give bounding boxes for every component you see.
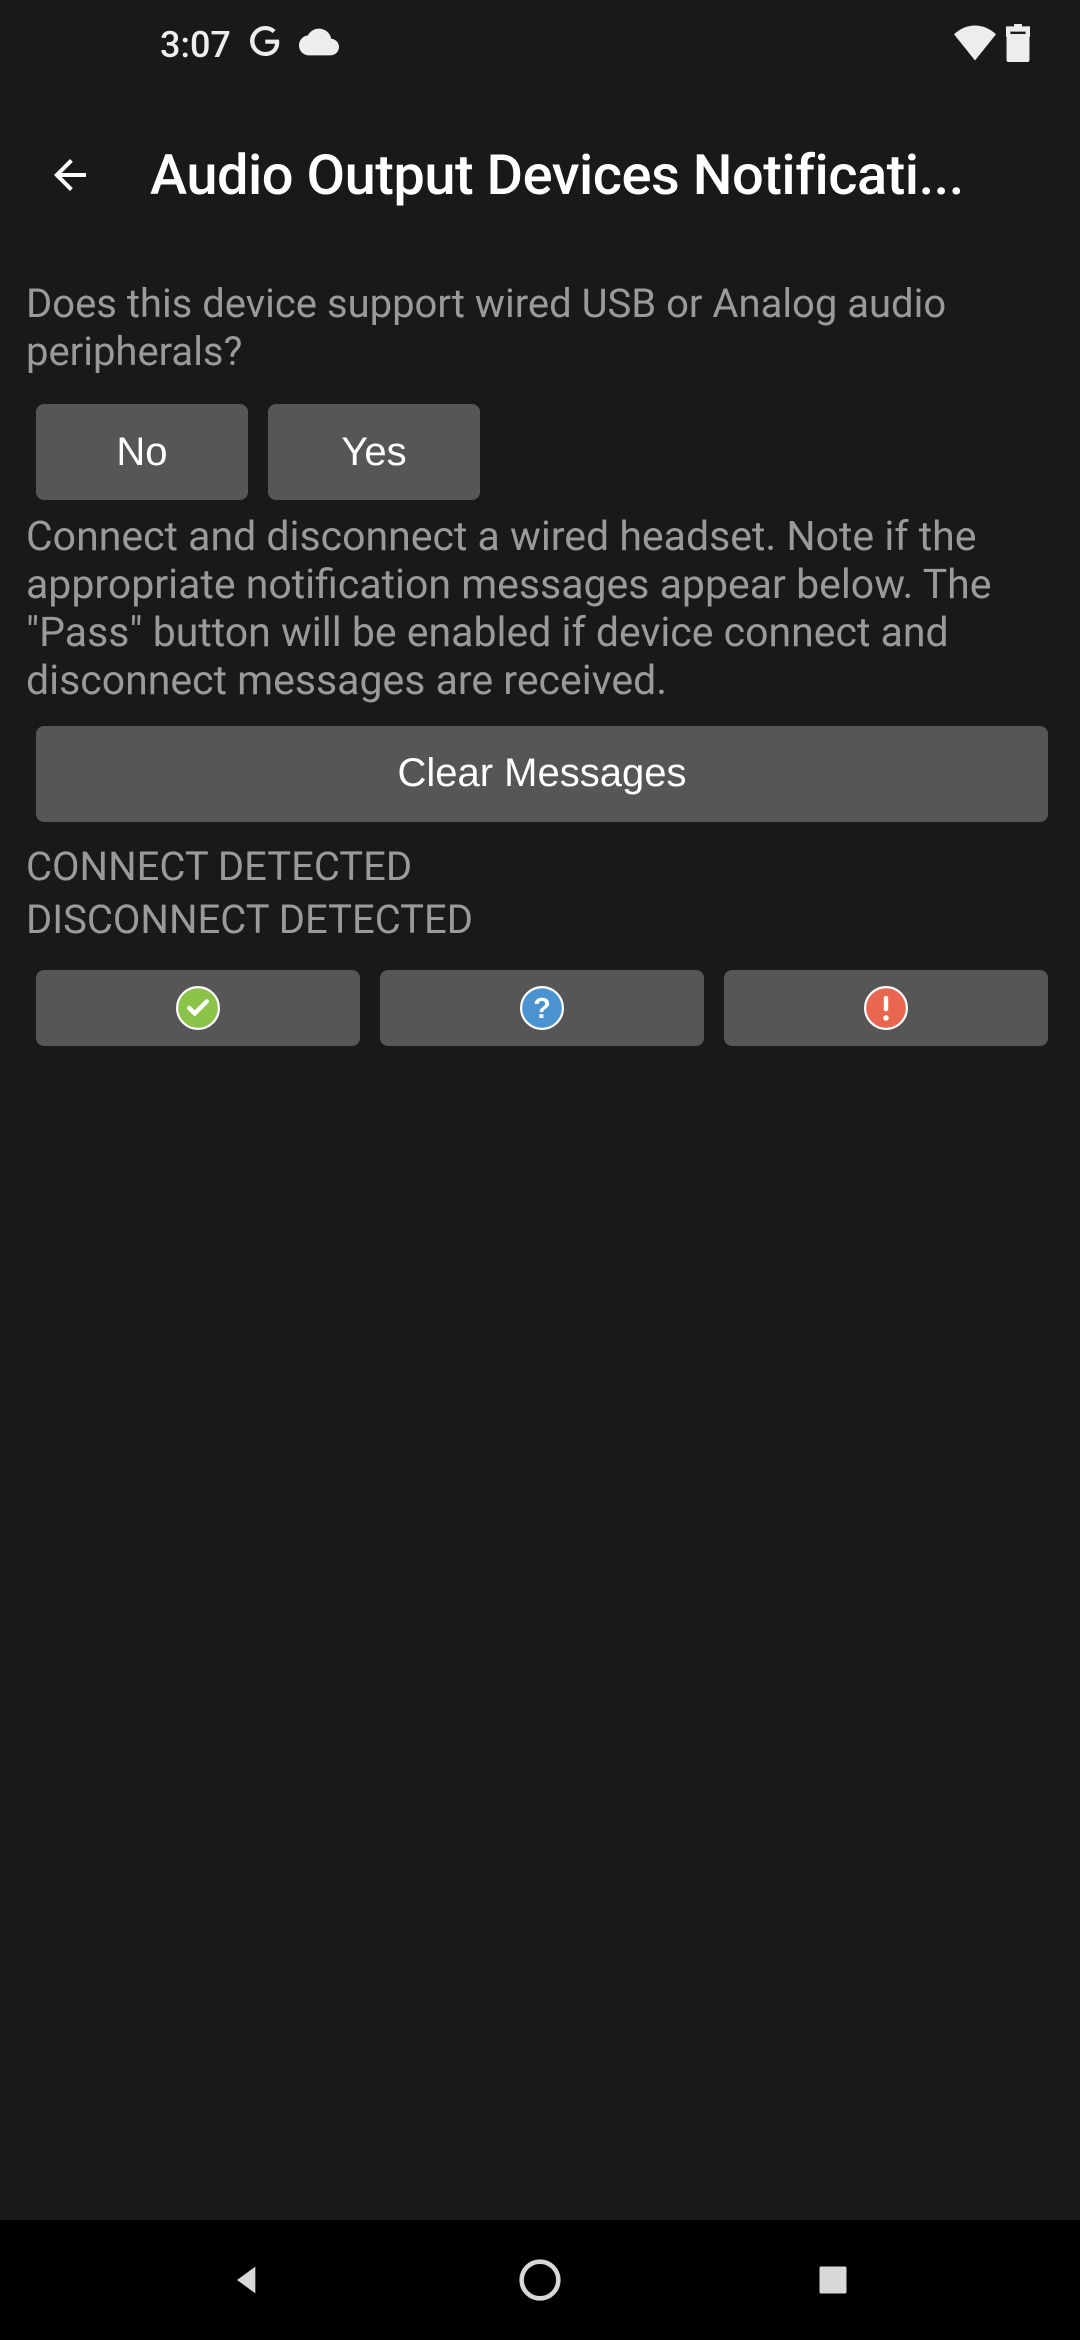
status-right — [954, 24, 1030, 66]
disconnect-message: DISCONNECT DETECTED — [26, 893, 1054, 946]
nav-home-button[interactable] — [500, 2240, 580, 2320]
answer-button-row: No Yes — [26, 404, 1054, 500]
google-icon — [247, 23, 283, 68]
back-button[interactable] — [40, 145, 100, 205]
nav-recent-button[interactable] — [793, 2240, 873, 2320]
page-title: Audio Output Devices Notificati... — [150, 142, 1050, 208]
circle-icon — [518, 2258, 562, 2302]
result-button-row: ? — [26, 970, 1054, 1046]
wifi-icon — [954, 25, 996, 65]
yes-button[interactable]: Yes — [268, 404, 480, 500]
clear-messages-button[interactable]: Clear Messages — [36, 726, 1048, 822]
battery-icon — [1006, 24, 1030, 66]
content-area: Does this device support wired USB or An… — [0, 260, 1080, 1066]
info-button[interactable]: ? — [380, 970, 704, 1046]
arrow-left-icon — [46, 151, 94, 199]
nav-back-button[interactable] — [207, 2240, 287, 2320]
check-circle-icon — [176, 986, 220, 1030]
status-bar: 3:07 — [0, 0, 1080, 90]
triangle-left-icon — [227, 2260, 267, 2300]
instructions-text: Connect and disconnect a wired headset. … — [26, 514, 1054, 706]
square-icon — [815, 2262, 851, 2298]
question-text: Does this device support wired USB or An… — [26, 280, 1054, 376]
svg-text:?: ? — [533, 993, 550, 1025]
status-left: 3:07 — [160, 23, 339, 68]
navigation-bar — [0, 2220, 1080, 2340]
question-circle-icon: ? — [520, 986, 564, 1030]
pass-button[interactable] — [36, 970, 360, 1046]
app-bar: Audio Output Devices Notificati... — [0, 90, 1080, 260]
status-time: 3:07 — [160, 24, 231, 66]
no-button[interactable]: No — [36, 404, 248, 500]
alert-circle-icon — [864, 986, 908, 1030]
connect-message: CONNECT DETECTED — [26, 840, 1054, 893]
fail-button[interactable] — [724, 970, 1048, 1046]
cloud-icon — [299, 24, 339, 66]
